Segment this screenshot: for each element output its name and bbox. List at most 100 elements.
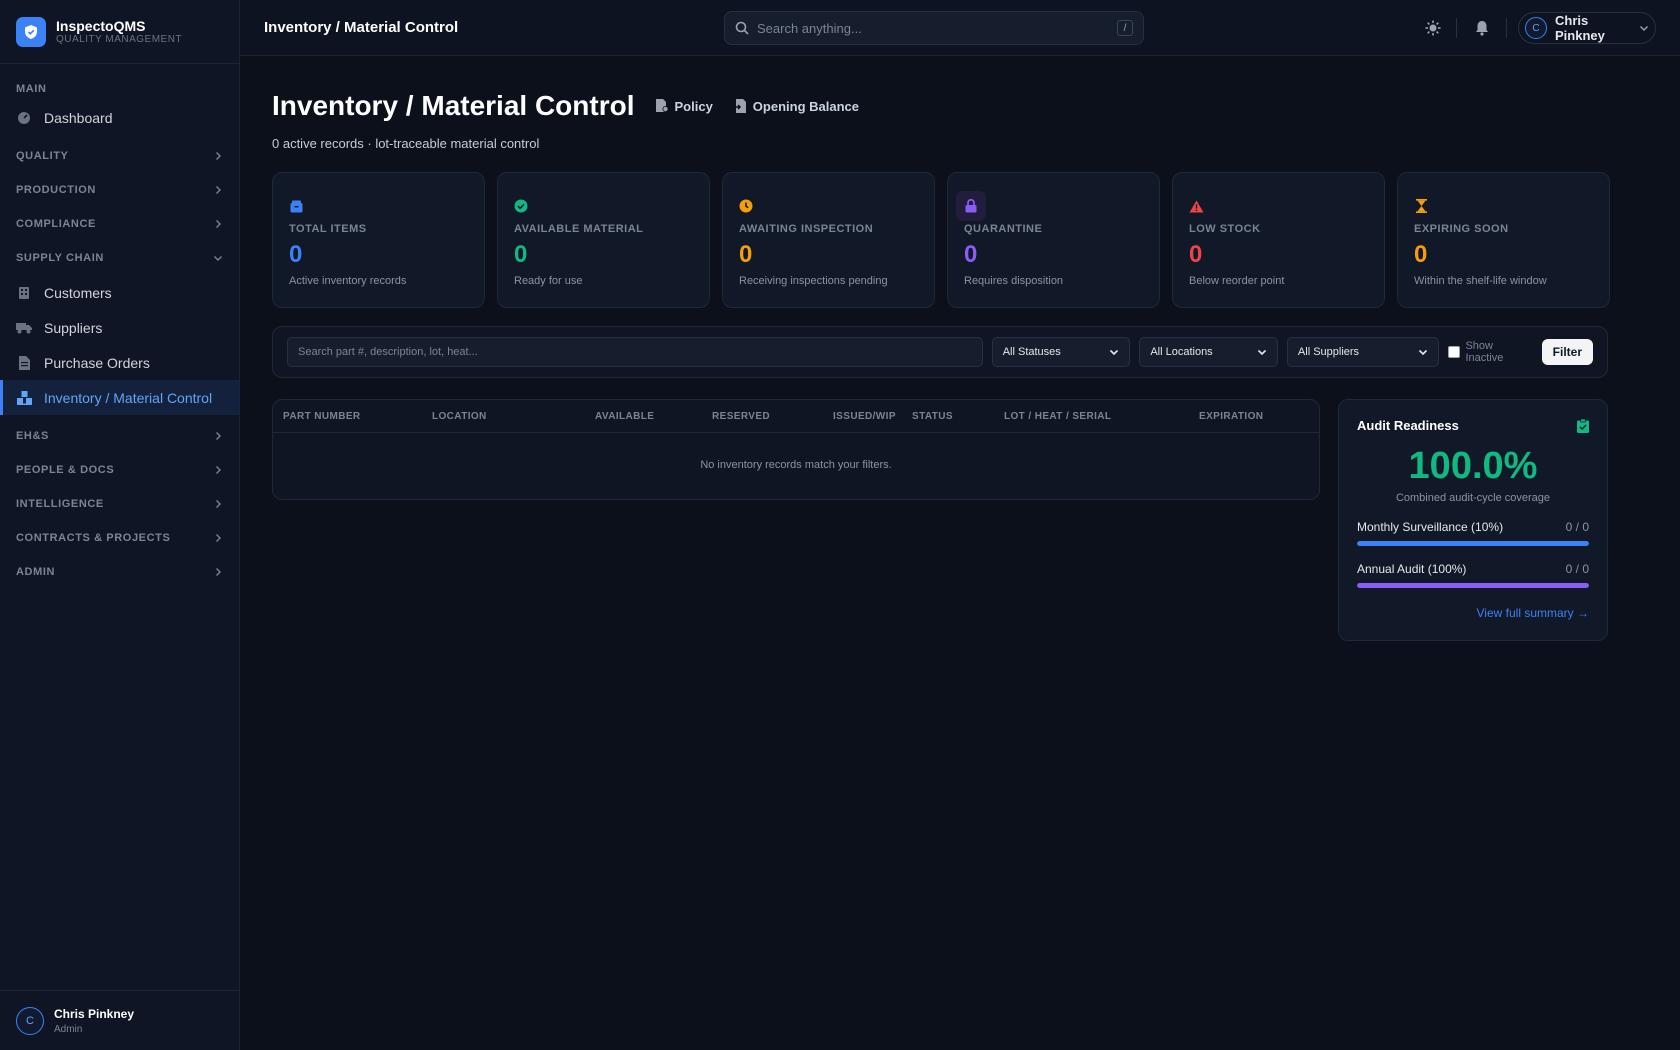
sidebar-item-label: Purchase Orders: [44, 354, 150, 371]
stat-description: Requires disposition: [964, 275, 1064, 287]
column-header[interactable]: EXPIRATION: [1199, 411, 1263, 422]
chevron-down-icon: [1419, 349, 1428, 356]
audit-progress-row: Monthly Surveillance (10%) 0 / 0: [1357, 520, 1589, 546]
sidebar-item-label: Suppliers: [44, 319, 103, 336]
chevron-right-icon: [216, 432, 221, 440]
file-import-icon: [732, 99, 747, 113]
sidebar-user[interactable]: C Chris Pinkney Admin: [0, 990, 240, 1050]
section-compliance[interactable]: COMPLIANCE: [0, 207, 239, 241]
location-select-value: All Locations: [1150, 346, 1213, 358]
chevron-right-icon: [216, 152, 221, 160]
section-ehs[interactable]: EH&S: [0, 419, 239, 453]
stat-value: 0: [1189, 241, 1203, 268]
column-header[interactable]: AVAILABLE: [595, 411, 654, 422]
column-header[interactable]: RESERVED: [712, 411, 770, 422]
stat-value: 0: [514, 241, 528, 268]
stat-value: 0: [1414, 241, 1428, 268]
section-people-docs[interactable]: PEOPLE & DOCS: [0, 453, 239, 487]
policy-document-icon: [655, 99, 669, 113]
user-menu[interactable]: C Chris Pinkney: [1518, 12, 1656, 44]
status-select[interactable]: All Statuses: [991, 337, 1131, 367]
section-label: SUPPLY CHAIN: [16, 252, 104, 264]
audit-progress-list: Monthly Surveillance (10%) 0 / 0 Annual Au…: [1357, 520, 1589, 588]
page-header: Inventory / Material Control Policy Open…: [272, 90, 859, 122]
shield-logo-icon: [16, 16, 46, 47]
section-label: CONTRACTS & PROJECTS: [16, 532, 171, 544]
stat-label: TOTAL ITEMS: [289, 223, 367, 235]
stat-description: Ready for use: [514, 275, 583, 287]
section-admin[interactable]: ADMIN: [0, 555, 239, 589]
chevron-down-icon: [1640, 26, 1648, 31]
section-label: EH&S: [16, 430, 49, 442]
sidebar-item-dashboard[interactable]: Dashboard: [0, 100, 239, 135]
section-contracts-projects[interactable]: CONTRACTS & PROJECTS: [0, 521, 239, 555]
section-label: COMPLIANCE: [16, 218, 96, 230]
section-quality[interactable]: QUALITY: [0, 139, 239, 173]
progress-count: 0 / 0: [1565, 520, 1589, 534]
stat-description: Receiving inspections pending: [739, 275, 888, 287]
supplier-select-value: All Suppliers: [1297, 346, 1360, 358]
policy-button[interactable]: Policy: [655, 99, 713, 114]
user-name: Chris Pinkney: [54, 1006, 135, 1021]
search-shortcut-key: /: [1117, 20, 1133, 36]
chevron-down-icon: [214, 256, 222, 261]
policy-label: Policy: [674, 98, 713, 114]
document-icon: [16, 355, 32, 371]
chevron-right-icon: [216, 534, 221, 542]
page-title: Inventory / Material Control: [272, 90, 635, 121]
section-supply-chain[interactable]: SUPPLY CHAIN: [0, 241, 239, 275]
sidebar-item-inventory[interactable]: Inventory / Material Control: [0, 380, 239, 415]
search-input[interactable]: [757, 20, 1117, 36]
show-inactive-label: Show Inactive: [1465, 340, 1504, 364]
stat-value: 0: [964, 241, 978, 268]
checkbox-box[interactable]: [1448, 346, 1461, 358]
audit-percentage: 100.0%: [1408, 445, 1538, 487]
location-select[interactable]: All Locations: [1139, 337, 1278, 367]
section-label: ADMIN: [16, 566, 56, 578]
opening-balance-button[interactable]: Opening Balance: [732, 98, 859, 114]
global-search[interactable]: /: [724, 11, 1144, 45]
column-header[interactable]: PART NUMBER: [283, 411, 361, 422]
divider: [1506, 18, 1507, 38]
section-intelligence[interactable]: INTELLIGENCE: [0, 487, 239, 521]
supplier-select[interactable]: All Suppliers: [1286, 337, 1440, 367]
progress-count: 0 / 0: [1565, 562, 1589, 576]
section-label: PEOPLE & DOCS: [16, 464, 115, 476]
hourglass-icon: [1406, 191, 1436, 221]
view-full-summary-link[interactable]: View full summary →: [1357, 606, 1589, 620]
stat-card: EXPIRING SOON 0 Within the shelf-life wind…: [1397, 172, 1610, 308]
chevron-right-icon: [216, 220, 221, 228]
opening-balance-label: Opening Balance: [752, 98, 859, 114]
audit-title: Audit Readiness: [1357, 418, 1459, 433]
check-circle-icon: [506, 191, 536, 221]
section-main: MAIN: [16, 83, 47, 95]
column-header[interactable]: LOCATION: [432, 411, 487, 422]
progress-label: Annual Audit (100%): [1357, 562, 1467, 576]
inventory-table: PART NUMBER LOCATION AVAILABLE RESERVED ISSU…: [272, 399, 1320, 500]
filter-bar: All Statuses All Locations All Suppliers…: [272, 326, 1608, 378]
building-icon: [16, 285, 32, 301]
brand-name: InspectoQMS: [56, 17, 146, 34]
boxes-icon: [16, 390, 32, 406]
theme-toggle-sun-icon[interactable]: [1423, 18, 1443, 38]
lock-icon: [956, 191, 986, 221]
brand-subtitle: QUALITY MANAGEMENT: [56, 33, 183, 45]
show-inactive-checkbox[interactable]: Show Inactive: [1448, 340, 1533, 364]
column-header[interactable]: ISSUED/WIP: [833, 411, 896, 422]
box-icon: [281, 191, 311, 221]
sidebar-item-suppliers[interactable]: Suppliers: [0, 310, 239, 345]
inventory-search-input[interactable]: [287, 337, 983, 367]
section-production[interactable]: PRODUCTION: [0, 173, 239, 207]
section-label: INTELLIGENCE: [16, 498, 104, 510]
sidebar-item-customers[interactable]: Customers: [0, 275, 239, 310]
filter-button[interactable]: Filter: [1541, 339, 1594, 365]
bell-icon[interactable]: [1472, 18, 1492, 38]
warning-icon: [1181, 191, 1211, 221]
avatar: C: [1525, 17, 1547, 39]
chevron-right-icon: [216, 500, 221, 508]
chevron-right-icon: [216, 568, 221, 576]
column-header[interactable]: STATUS: [912, 411, 953, 422]
stat-card: TOTAL ITEMS 0 Active inventory records: [272, 172, 485, 308]
column-header[interactable]: LOT / HEAT / SERIAL: [1004, 411, 1111, 422]
sidebar-item-purchase-orders[interactable]: Purchase Orders: [0, 345, 239, 380]
